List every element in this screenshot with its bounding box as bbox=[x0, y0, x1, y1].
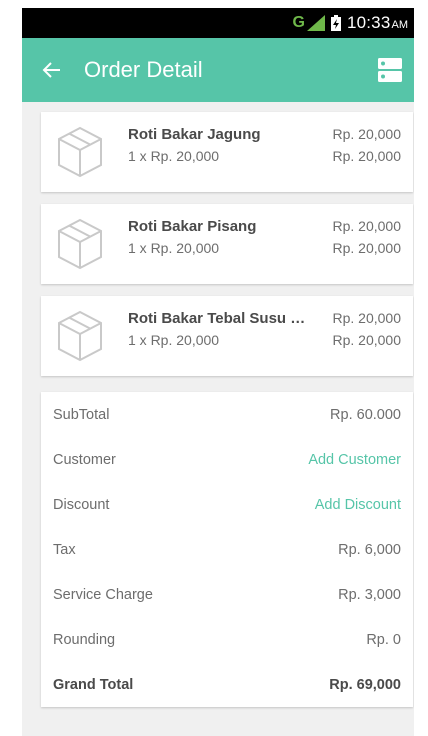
order-item-card[interactable]: Roti Bakar Pisang 1 x Rp. 20,000 Rp. 20,… bbox=[41, 204, 413, 284]
item-name: Roti Bakar Tebal Susu +... bbox=[128, 310, 306, 327]
item-price: Rp. 20,000 bbox=[332, 310, 402, 326]
rounding-value: Rp. 0 bbox=[366, 631, 401, 648]
service-charge-label: Service Charge bbox=[53, 586, 153, 603]
service-charge-value: Rp. 3,000 bbox=[338, 586, 401, 603]
subtotal-label: SubTotal bbox=[53, 406, 110, 423]
app-bar: Order Detail bbox=[22, 38, 414, 102]
status-bar: G 10:33 AM bbox=[22, 8, 414, 38]
arrow-left-icon bbox=[42, 62, 60, 78]
item-name: Roti Bakar Jagung bbox=[128, 126, 261, 143]
package-box-icon bbox=[58, 126, 102, 178]
tax-value: Rp. 6,000 bbox=[338, 541, 401, 558]
page-title: Order Detail bbox=[84, 57, 203, 82]
item-total: Rp. 20,000 bbox=[332, 332, 402, 348]
grand-total-label: Grand Total bbox=[53, 676, 134, 693]
package-box-icon bbox=[58, 218, 102, 270]
status-ampm: AM bbox=[391, 18, 409, 31]
discount-row: Discount Add Discount bbox=[53, 482, 401, 527]
item-total: Rp. 20,000 bbox=[332, 240, 402, 256]
discount-label: Discount bbox=[53, 496, 110, 513]
order-item-card[interactable]: Roti Bakar Jagung 1 x Rp. 20,000 Rp. 20,… bbox=[41, 112, 413, 192]
grand-total-row: Grand Total Rp. 69,000 bbox=[53, 662, 401, 707]
service-charge-row: Service Charge Rp. 3,000 bbox=[53, 572, 401, 617]
order-content: Roti Bakar Jagung 1 x Rp. 20,000 Rp. 20,… bbox=[22, 102, 414, 707]
customer-label: Customer bbox=[53, 451, 116, 468]
item-name: Roti Bakar Pisang bbox=[128, 218, 257, 235]
customer-row: Customer Add Customer bbox=[53, 437, 401, 482]
item-quantity: 1 x Rp. 20,000 bbox=[128, 332, 220, 348]
phone-screen: G 10:33 AM Order Detail Roti Bakar Jagun… bbox=[22, 8, 414, 736]
device-frame: G 10:33 AM Order Detail Roti Bakar Jagun… bbox=[0, 0, 428, 736]
network-type: G bbox=[292, 14, 305, 31]
status-time: 10:33 bbox=[346, 13, 391, 32]
order-summary-card: SubTotal Rp. 60.000 Customer Add Custome… bbox=[41, 392, 413, 707]
item-quantity: 1 x Rp. 20,000 bbox=[128, 240, 220, 256]
signal-icon bbox=[306, 15, 325, 31]
rounding-row: Rounding Rp. 0 bbox=[53, 617, 401, 662]
menu-button[interactable] bbox=[374, 54, 406, 86]
rounding-label: Rounding bbox=[53, 631, 116, 648]
add-discount-button[interactable]: Add Discount bbox=[315, 497, 401, 513]
subtotal-row: SubTotal Rp. 60.000 bbox=[53, 392, 401, 437]
item-quantity: 1 x Rp. 20,000 bbox=[128, 148, 220, 164]
tax-label: Tax bbox=[53, 541, 76, 558]
subtotal-value: Rp. 60.000 bbox=[330, 406, 401, 423]
item-total: Rp. 20,000 bbox=[332, 148, 402, 164]
tax-row: Tax Rp. 6,000 bbox=[53, 527, 401, 572]
item-price: Rp. 20,000 bbox=[332, 126, 402, 142]
battery-charging-icon bbox=[330, 15, 341, 31]
item-price: Rp. 20,000 bbox=[332, 218, 402, 234]
back-button[interactable] bbox=[36, 54, 68, 86]
grand-total-value: Rp. 69,000 bbox=[329, 676, 401, 693]
order-item-card[interactable]: Roti Bakar Tebal Susu +... 1 x Rp. 20,00… bbox=[41, 296, 413, 376]
package-box-icon bbox=[58, 310, 102, 362]
add-customer-button[interactable]: Add Customer bbox=[308, 452, 401, 468]
server-list-icon bbox=[378, 58, 402, 82]
